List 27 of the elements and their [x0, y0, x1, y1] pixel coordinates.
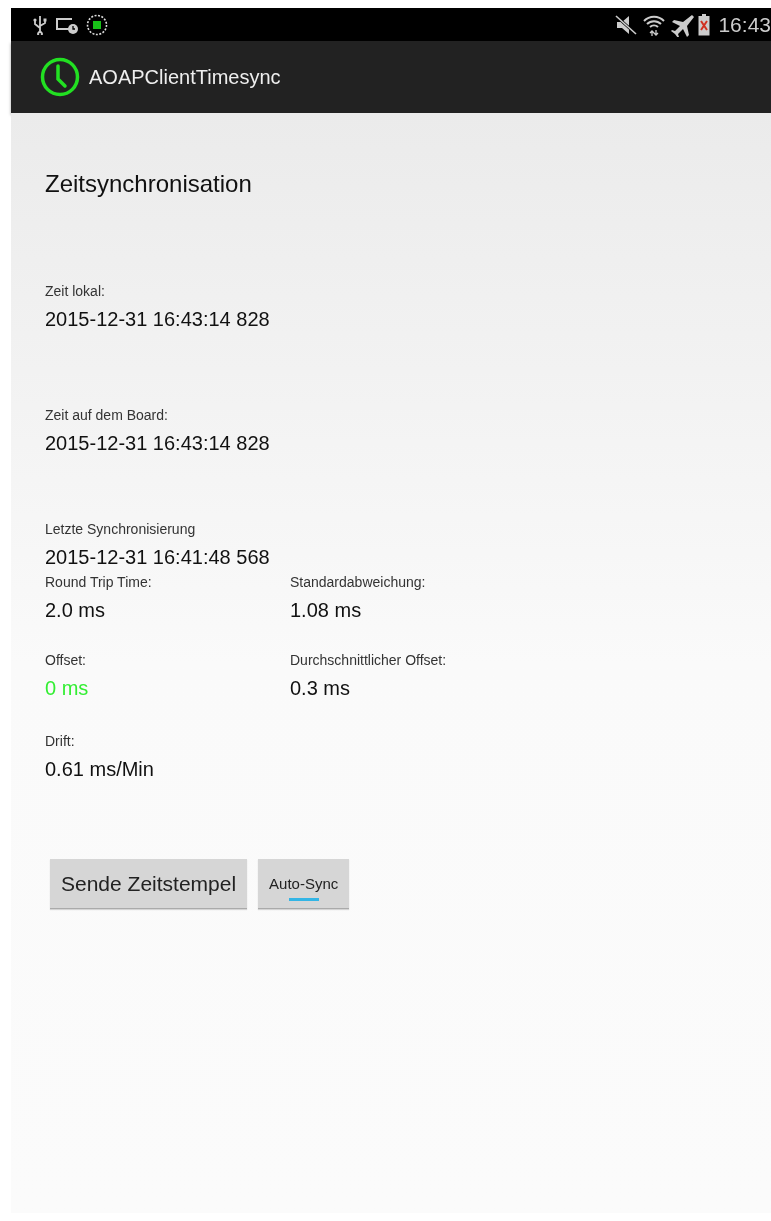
clock-icon — [40, 57, 80, 97]
field-value: 1.08 ms — [290, 598, 363, 622]
field-value: 0 ms — [45, 676, 90, 700]
usb-icon — [32, 14, 48, 35]
field-label: Zeit auf dem Board: — [45, 407, 169, 423]
field-value: 2015-12-31 16:41:48 568 — [45, 545, 271, 569]
section-heading: Zeitsynchronisation — [45, 170, 253, 198]
field-label: Letzte Synchronisierung — [45, 521, 197, 537]
send-timestamp-button[interactable]: Sende Zeitstempel — [50, 859, 248, 909]
field-value: 0.61 ms/Min — [45, 757, 155, 781]
auto-sync-toggle[interactable]: Auto-Sync — [258, 859, 350, 909]
field-label: Drift: — [45, 733, 76, 749]
field-value: 2.0 ms — [45, 598, 107, 622]
field-label: Zeit lokal: — [45, 283, 106, 299]
chip-icon — [86, 13, 108, 36]
mute-icon — [614, 13, 639, 36]
app-title: AOAPClientTimesync — [89, 65, 281, 89]
field-label: Standardabweichung: — [290, 574, 427, 590]
clock-time: 16:43 — [718, 12, 771, 37]
field-label: Round Trip Time: — [45, 574, 153, 590]
battery-icon — [698, 13, 711, 36]
airplane-icon — [670, 12, 695, 37]
field-value: 2015-12-31 16:43:14 828 — [45, 307, 271, 331]
field-label: Durchschnittlicher Offset: — [290, 652, 448, 668]
field-value: 2015-12-31 16:43:14 828 — [45, 431, 271, 455]
field-value: 0.3 ms — [290, 676, 352, 700]
field-label: Offset: — [45, 652, 87, 668]
